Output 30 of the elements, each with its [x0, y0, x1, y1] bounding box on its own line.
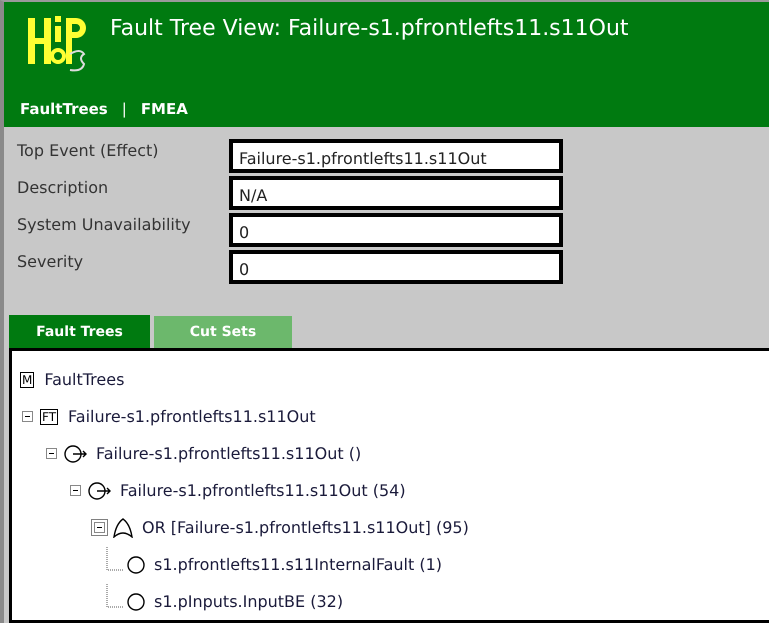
tree-badge: FT [40, 408, 58, 424]
tree-node-label[interactable]: OR [Failure-s1.pfrontlefts11.s11Out] (95) [142, 518, 469, 537]
basic-event-icon [126, 592, 146, 612]
tree-badge: M [20, 372, 34, 388]
tree-node-label[interactable]: s1.pfrontlefts11.s11InternalFault (1) [154, 555, 442, 574]
tree-node-label[interactable]: Failure-s1.pfrontlefts11.s11Out [68, 407, 316, 426]
nav-separator: | [122, 100, 127, 118]
tab[interactable]: Fault Trees [9, 315, 150, 348]
field-label: Description [17, 177, 110, 197]
input-field[interactable]: N/A [229, 176, 563, 210]
or-gate-icon [112, 518, 134, 538]
nav-link[interactable]: FMEA [140, 100, 188, 118]
tree-node-label[interactable]: FaultTrees [44, 370, 124, 389]
input-field[interactable]: Failure-s1.pfrontlefts11.s11Out [229, 139, 563, 173]
collapse-icon[interactable] [91, 519, 108, 536]
nav-link[interactable]: FaultTrees [20, 100, 108, 118]
connector-line [106, 584, 124, 608]
field-label: Top Event (Effect) [17, 140, 160, 160]
input-field[interactable]: 0 [229, 213, 563, 247]
tree-node-label[interactable]: Failure-s1.pfrontlefts11.s11Out () [96, 444, 362, 463]
connector-line [106, 547, 124, 571]
field-label: Severity [17, 251, 84, 271]
tree-node-label[interactable]: Failure-s1.pfrontlefts11.s11Out (54) [120, 481, 406, 500]
page-title: Fault Tree View: Failure-s1.pfrontlefts11.s11Out [110, 16, 629, 41]
field-label: System Unavailability [17, 214, 192, 234]
event-icon [88, 480, 112, 500]
tree-node-label[interactable]: s1.pInputs.InputBE (32) [154, 592, 344, 611]
input-field[interactable]: 0 [229, 250, 563, 284]
basic-event-icon [126, 554, 146, 574]
event-icon [64, 444, 88, 464]
